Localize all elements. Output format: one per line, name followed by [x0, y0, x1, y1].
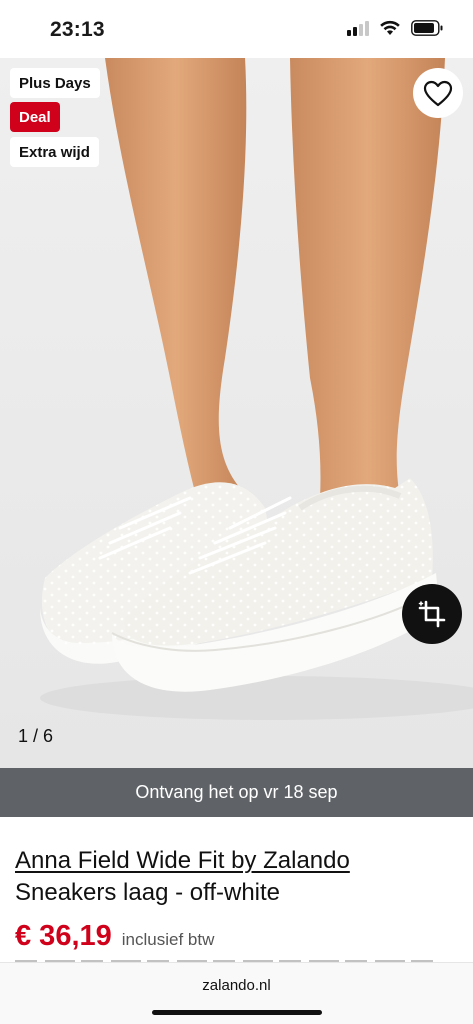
brand-link[interactable]: Anna Field Wide Fit by Zalando	[15, 847, 350, 875]
browser-address-bar[interactable]: zalando.nl	[0, 962, 473, 1024]
price: € 36,19	[15, 920, 112, 952]
url-text[interactable]: zalando.nl	[0, 977, 473, 994]
image-counter: 1 / 6	[18, 726, 54, 746]
badge-extra-wide: Extra wijd	[10, 137, 99, 167]
vat-note: inclusief btw	[121, 930, 215, 949]
crop-icon	[418, 600, 446, 628]
product-info: Anna Field Wide Fit by Zalando Sneakers …	[0, 817, 473, 967]
status-time: 23:13	[50, 18, 105, 41]
product-image-gallery[interactable]: Plus Days Deal Extra wijd 1 / 6	[0, 58, 473, 768]
status-bar: 23:13	[0, 0, 473, 58]
badge-deal: Deal	[10, 102, 60, 132]
status-icons	[347, 20, 443, 36]
price-row: € 36,19 inclusief btw	[15, 920, 214, 953]
crop-button[interactable]	[402, 584, 462, 644]
badge-plus-days: Plus Days	[10, 68, 100, 98]
favorite-button[interactable]	[413, 68, 463, 118]
battery-icon	[411, 20, 443, 36]
cellular-signal-icon	[347, 20, 369, 36]
wifi-icon	[379, 20, 401, 36]
heart-icon	[423, 80, 453, 106]
delivery-banner: Ontvang het op vr 18 sep	[0, 768, 473, 817]
home-indicator[interactable]	[152, 1010, 322, 1015]
product-name: Sneakers laag - off-white	[15, 879, 281, 906]
